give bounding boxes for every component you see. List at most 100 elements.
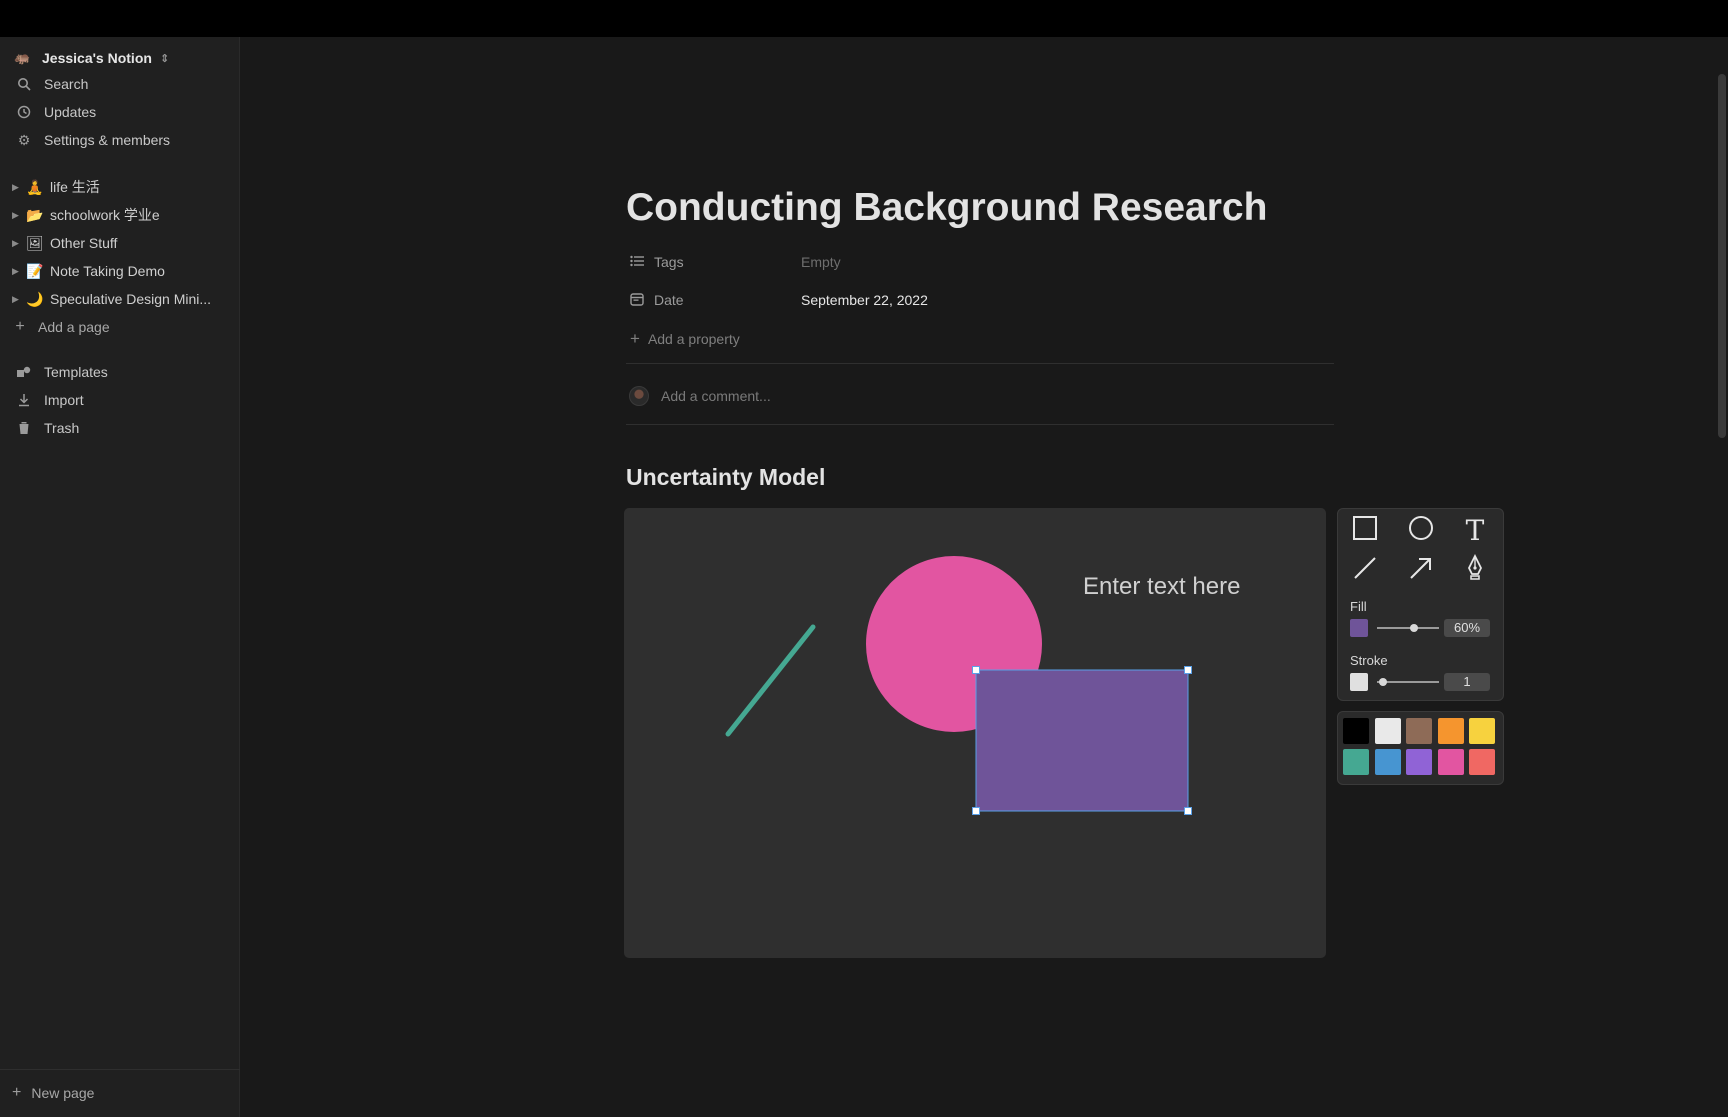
rectangle-tool[interactable] xyxy=(1350,515,1380,545)
line-icon xyxy=(1352,555,1378,586)
text-tool[interactable]: T xyxy=(1460,513,1490,547)
sidebar-item-updates[interactable]: Updates xyxy=(14,99,96,125)
property-value[interactable]: September 22, 2022 xyxy=(801,292,928,308)
selection-handle[interactable] xyxy=(1184,666,1192,674)
expand-triangle-icon[interactable]: ▶ xyxy=(12,294,26,305)
sidebar-item-trash[interactable]: Trash xyxy=(14,415,79,441)
sidebar-item-label: Templates xyxy=(44,364,108,380)
expand-triangle-icon[interactable]: ▶ xyxy=(12,182,26,193)
trash-icon xyxy=(14,421,34,435)
page-title[interactable]: Conducting Background Research xyxy=(626,186,1267,230)
plus-icon: + xyxy=(630,329,640,348)
sidebar-page-other-stuff[interactable]: ▶ 🖼 Other Stuff xyxy=(12,230,117,256)
page-emoji-icon: 🌙 xyxy=(26,290,44,307)
clock-icon xyxy=(14,105,34,119)
property-date[interactable]: Date September 22, 2022 xyxy=(630,288,928,312)
stroke-color-swatch[interactable] xyxy=(1350,673,1368,691)
selection-handle[interactable] xyxy=(1184,807,1192,815)
sidebar: 🦛 Jessica's Notion ⇕ Search Updates ⚙ Se… xyxy=(0,37,240,1117)
palette-color-swatch[interactable] xyxy=(1406,718,1432,744)
drawing-canvas[interactable]: Enter text here xyxy=(624,508,1326,958)
fill-opacity-slider[interactable] xyxy=(1377,624,1439,632)
new-page-button[interactable]: + New page xyxy=(12,1084,94,1102)
sidebar-page-label: schoolwork 学业e xyxy=(50,207,160,223)
page-scrollbar[interactable] xyxy=(1718,74,1726,438)
selection-handle[interactable] xyxy=(972,666,980,674)
stroke-label: Stroke xyxy=(1350,653,1388,668)
stroke-width-slider[interactable] xyxy=(1377,678,1439,686)
switch-chevron-icon: ⇕ xyxy=(159,52,170,65)
property-tags[interactable]: Tags Empty xyxy=(630,250,841,274)
line-tool[interactable] xyxy=(1350,555,1380,585)
sidebar-page-schoolwork[interactable]: ▶ 📂 schoolwork 学业e xyxy=(12,202,160,228)
palette-color-swatch[interactable] xyxy=(1437,749,1464,775)
add-property-label: Add a property xyxy=(647,331,740,347)
add-page-button[interactable]: + Add a page xyxy=(12,314,110,340)
sidebar-item-label: Import xyxy=(44,392,84,408)
pen-tool[interactable] xyxy=(1460,553,1490,587)
page-emoji-icon: 📝 xyxy=(26,262,44,279)
stroke-width-value[interactable]: 1 xyxy=(1444,673,1490,691)
sidebar-item-label: Trash xyxy=(44,420,80,436)
pen-icon xyxy=(1462,553,1488,587)
palette-color-swatch[interactable] xyxy=(1374,718,1401,744)
expand-triangle-icon[interactable]: ▶ xyxy=(12,210,26,221)
window-top-bar xyxy=(0,0,1728,37)
new-page-label: New page xyxy=(31,1085,95,1101)
palette-color-swatch[interactable] xyxy=(1469,749,1495,775)
sidebar-page-speculative-design[interactable]: ▶ 🌙 Speculative Design Mini... xyxy=(12,286,211,312)
sidebar-item-search[interactable]: Search xyxy=(14,71,88,97)
palette-color-swatch[interactable] xyxy=(1374,749,1401,775)
import-icon xyxy=(14,393,34,407)
comment-placeholder: Add a comment... xyxy=(661,388,771,404)
sidebar-page-note-taking[interactable]: ▶ 📝 Note Taking Demo xyxy=(12,258,165,284)
sidebar-item-import[interactable]: Import xyxy=(14,387,84,413)
fill-label: Fill xyxy=(1350,599,1367,614)
gear-icon: ⚙ xyxy=(17,131,31,148)
canvas-line-shape[interactable] xyxy=(725,624,816,737)
section-heading[interactable]: Uncertainty Model xyxy=(626,464,825,491)
palette-color-swatch[interactable] xyxy=(1343,749,1369,775)
color-palette xyxy=(1337,711,1504,785)
sidebar-page-label: life 生活 xyxy=(50,179,100,195)
selection-handle[interactable] xyxy=(972,807,980,815)
plus-icon: + xyxy=(15,318,25,335)
divider xyxy=(626,363,1334,364)
expand-triangle-icon[interactable]: ▶ xyxy=(12,266,26,277)
list-icon xyxy=(630,255,654,270)
workspace-switcher[interactable]: 🦛 Jessica's Notion ⇕ xyxy=(14,45,169,71)
palette-color-swatch[interactable] xyxy=(1437,718,1464,744)
page-emoji-icon: 📂 xyxy=(26,206,44,223)
property-name: Tags xyxy=(654,254,684,270)
sidebar-item-label: Search xyxy=(44,76,89,92)
canvas-rectangle-shape[interactable] xyxy=(975,669,1189,812)
property-value[interactable]: Empty xyxy=(801,254,841,270)
stroke-slider-knob[interactable] xyxy=(1379,678,1387,686)
sidebar-page-label: Other Stuff xyxy=(50,235,118,251)
sidebar-item-settings[interactable]: ⚙ Settings & members xyxy=(14,127,170,153)
sidebar-page-life[interactable]: ▶ 🧘 life 生活 xyxy=(12,174,100,200)
rectangle-icon xyxy=(1352,515,1378,546)
circle-tool[interactable] xyxy=(1406,515,1436,545)
avatar xyxy=(629,386,649,406)
add-page-label: Add a page xyxy=(38,319,110,335)
add-property-button[interactable]: + Add a property xyxy=(630,327,740,351)
fill-color-swatch[interactable] xyxy=(1350,619,1368,637)
arrow-tool[interactable] xyxy=(1406,555,1436,585)
palette-color-swatch[interactable] xyxy=(1343,718,1369,744)
text-icon: T xyxy=(1465,513,1485,547)
fill-slider-knob[interactable] xyxy=(1410,624,1419,632)
canvas-text-shape[interactable]: Enter text here xyxy=(1083,573,1240,601)
comment-input[interactable]: Add a comment... xyxy=(629,382,771,410)
palette-color-swatch[interactable] xyxy=(1469,718,1495,744)
sidebar-item-label: Settings & members xyxy=(44,132,171,148)
palette-color-swatch[interactable] xyxy=(1406,749,1432,775)
fill-opacity-value[interactable]: 60% xyxy=(1444,619,1490,637)
plus-icon: + xyxy=(12,1084,22,1101)
sidebar-item-templates[interactable]: Templates xyxy=(14,359,108,385)
search-icon xyxy=(14,77,34,91)
calendar-icon xyxy=(630,292,654,309)
drawing-toolbar: T Fill 60% Stroke 1 xyxy=(1337,508,1504,701)
page-emoji-icon: 🖼 xyxy=(26,234,44,251)
expand-triangle-icon[interactable]: ▶ xyxy=(12,238,26,249)
